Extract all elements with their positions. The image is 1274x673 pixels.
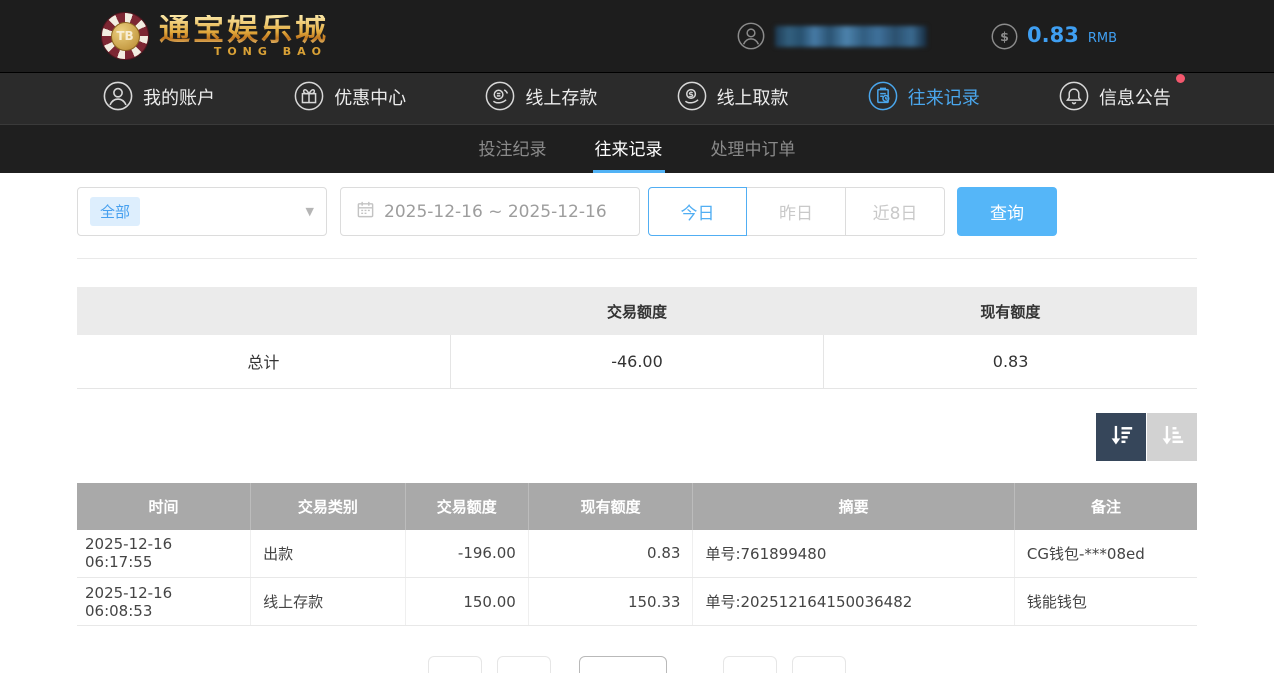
header-amount: 交易额度 <box>405 483 528 530</box>
date-range-value: 2025-12-16 ~ 2025-12-16 <box>384 202 607 222</box>
records-header-row: 时间 交易类别 交易额度 现有额度 摘要 备注 <box>77 483 1197 530</box>
summary-header-transaction: 交易额度 <box>450 287 823 335</box>
cell-type: 线上存款 <box>251 578 406 626</box>
gift-icon <box>294 81 324 116</box>
table-row: 2025-12-16 06:17:55 出款 -196.00 0.83 单号:7… <box>77 530 1197 578</box>
user-icon <box>103 81 133 116</box>
page-number-input[interactable] <box>579 656 667 673</box>
cell-amount: 150.00 <box>405 578 528 626</box>
brand-name-en: TONG BAO <box>214 45 329 58</box>
tab-pending-orders[interactable]: 处理中订单 <box>709 125 798 173</box>
cell-summary: 单号:202512164150036482 <box>693 578 1014 626</box>
header-summary: 摘要 <box>693 483 1014 530</box>
cell-amount: -196.00 <box>405 530 528 578</box>
tab-transaction-records[interactable]: 往来记录 <box>593 125 665 173</box>
search-button[interactable]: 查询 <box>957 187 1057 236</box>
brand-logo[interactable]: TB 通宝娱乐城 TONG BAO <box>101 12 329 60</box>
dollar-icon: $ <box>991 23 1018 50</box>
summary-total-row: 总计 -46.00 0.83 <box>77 335 1197 388</box>
svg-text:$: $ <box>1000 29 1009 44</box>
poker-chip-icon: TB <box>101 12 149 60</box>
summary-header-balance: 现有额度 <box>824 287 1197 335</box>
balance-display[interactable]: $ 0.83 RMB <box>991 23 1117 50</box>
quick-range-group: 今日 昨日 近8日 <box>648 187 945 236</box>
next-page-button[interactable]: › <box>723 656 777 673</box>
cell-balance: 0.83 <box>528 530 693 578</box>
brand-text: 通宝娱乐城 TONG BAO <box>159 15 329 58</box>
prev-page-button[interactable]: ‹ <box>497 656 551 673</box>
nav-item-deposit[interactable]: 线上存款 <box>485 81 597 116</box>
summary-total-balance: 0.83 <box>824 335 1197 388</box>
summary-header-empty <box>77 287 450 335</box>
sort-descending-icon <box>1108 422 1135 452</box>
deposit-icon <box>485 81 515 116</box>
type-select[interactable]: 全部 ▼ <box>77 187 327 236</box>
nav-item-announcements[interactable]: 信息公告 <box>1059 81 1171 116</box>
cell-note: 钱能钱包 <box>1014 578 1197 626</box>
records-table: 时间 交易类别 交易额度 现有额度 摘要 备注 2025-12-16 06:17… <box>77 483 1197 627</box>
username-redacted <box>775 26 927 47</box>
last-page-button[interactable]: » <box>792 656 846 673</box>
main-content: 全部 ▼ 2025-12-16 ~ 2025-12-16 今日 昨日 近8日 查… <box>77 173 1197 673</box>
tab-betting-records[interactable]: 投注纪录 <box>477 125 549 173</box>
bell-icon <box>1059 81 1089 116</box>
divider <box>77 258 1197 259</box>
header-note: 备注 <box>1014 483 1197 530</box>
summary-table: 交易额度 现有额度 总计 -46.00 0.83 <box>77 287 1197 389</box>
nav-item-my-account[interactable]: 我的账户 <box>103 81 215 116</box>
balance-amount: 0.83 <box>1027 23 1079 47</box>
balance-currency: RMB <box>1088 31 1117 46</box>
user-account[interactable] <box>737 22 927 50</box>
sort-descending-button[interactable] <box>1096 413 1146 461</box>
cell-type: 出款 <box>251 530 406 578</box>
svg-text:$: $ <box>688 90 694 99</box>
top-header: TB 通宝娱乐城 TONG BAO <box>0 0 1274 73</box>
header-type: 交易类别 <box>251 483 406 530</box>
cell-balance: 150.33 <box>528 578 693 626</box>
cell-summary: 单号:761899480 <box>693 530 1014 578</box>
pagination: « ‹ › » <box>77 656 1197 673</box>
quick-range-yesterday[interactable]: 昨日 <box>747 187 846 236</box>
cell-time: 2025-12-16 06:17:55 <box>77 530 251 578</box>
sort-ascending-icon <box>1159 422 1186 452</box>
summary-total-transaction: -46.00 <box>450 335 823 388</box>
first-page-button[interactable]: « <box>428 656 482 673</box>
header-balance: 现有额度 <box>528 483 693 530</box>
cell-note: CG钱包-***08ed <box>1014 530 1197 578</box>
table-row: 2025-12-16 06:08:53 线上存款 150.00 150.33 单… <box>77 578 1197 626</box>
sort-controls <box>77 413 1197 461</box>
notification-dot <box>1176 74 1185 83</box>
brand-name-cn: 通宝娱乐城 <box>159 15 329 46</box>
user-avatar-icon <box>737 22 765 50</box>
nav-item-transaction-records[interactable]: 往来记录 <box>868 81 980 116</box>
quick-range-last8days[interactable]: 近8日 <box>846 187 945 236</box>
withdraw-icon: $ <box>677 81 707 116</box>
quick-range-today[interactable]: 今日 <box>648 187 747 236</box>
main-navigation: 我的账户 优惠中心 线上存款 <box>0 73 1274 125</box>
sort-ascending-button[interactable] <box>1147 413 1197 461</box>
summary-total-label: 总计 <box>77 335 450 388</box>
cell-time: 2025-12-16 06:08:53 <box>77 578 251 626</box>
type-selected-tag: 全部 <box>90 197 140 226</box>
chip-label: TB <box>111 22 140 51</box>
nav-item-promotions[interactable]: 优惠中心 <box>294 81 406 116</box>
records-icon <box>868 81 898 116</box>
date-range-input[interactable]: 2025-12-16 ~ 2025-12-16 <box>340 187 640 236</box>
nav-item-withdraw[interactable]: $ 线上取款 <box>677 81 789 116</box>
sub-navigation: 投注纪录 往来记录 处理中订单 <box>0 125 1274 173</box>
calendar-icon <box>356 200 375 223</box>
header-time: 时间 <box>77 483 251 530</box>
chevron-down-icon: ▼ <box>306 205 314 218</box>
filter-row: 全部 ▼ 2025-12-16 ~ 2025-12-16 今日 昨日 近8日 查… <box>77 187 1197 236</box>
